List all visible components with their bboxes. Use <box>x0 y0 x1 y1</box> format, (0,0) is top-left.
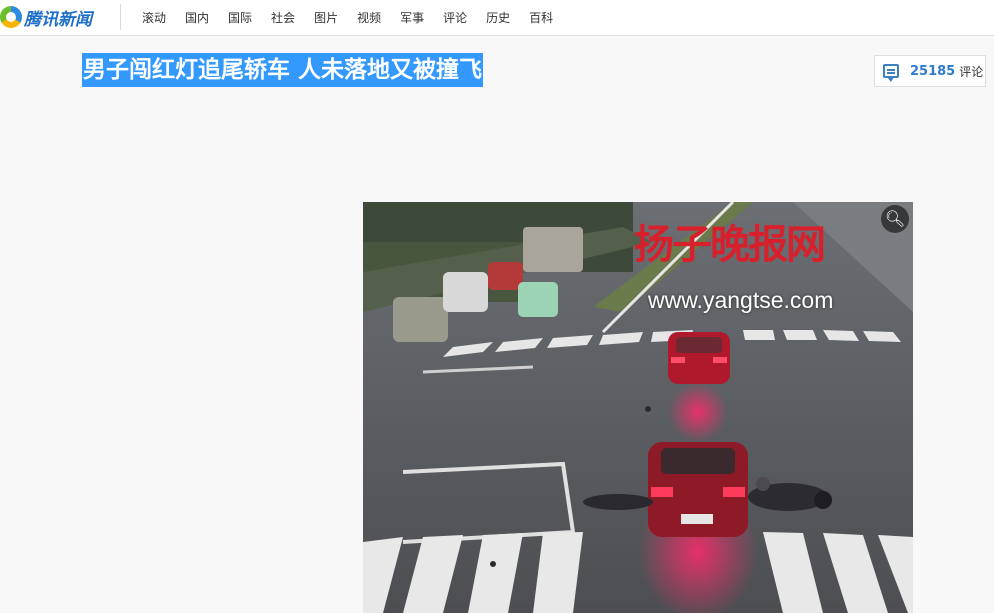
nav-item-commentary[interactable]: 评论 <box>443 9 467 26</box>
watermark-logo: 扬子晚报网 <box>634 221 826 268</box>
article-title: 男子闯红灯追尾轿车 人未落地又被撞飞 <box>82 53 484 87</box>
site-name: 腾讯新闻 <box>24 9 92 30</box>
comment-count: 25185 <box>910 63 956 79</box>
tencent-news-logo-icon <box>0 6 22 28</box>
nav-item-society[interactable]: 社会 <box>271 9 295 26</box>
nav-item-military[interactable]: 军事 <box>400 9 424 26</box>
comment-label: 评论 <box>959 64 984 79</box>
channel-nav: 滚动 国内 国际 社会 图片 视频 军事 评论 历史 百科 <box>142 0 572 34</box>
comment-bubble-icon <box>883 64 899 82</box>
nav-item-encyclopedia[interactable]: 百科 <box>529 9 553 26</box>
nav-item-history[interactable]: 历史 <box>486 9 510 26</box>
nav-item-pictures[interactable]: 图片 <box>314 9 338 26</box>
magnifier-icon: 🔍︎ <box>884 209 906 228</box>
nav-item-scroll[interactable]: 滚动 <box>142 9 166 26</box>
nav-item-video[interactable]: 视频 <box>357 9 381 26</box>
nav-divider <box>120 4 121 30</box>
watermark-url: www.yangtse.com <box>648 287 834 313</box>
site-logo[interactable]: 腾讯新闻 <box>0 3 92 31</box>
nav-item-international[interactable]: 国际 <box>228 9 252 26</box>
nav-item-domestic[interactable]: 国内 <box>185 9 209 26</box>
top-navigation-bar: 腾讯新闻 滚动 国内 国际 社会 图片 视频 军事 评论 历史 百科 <box>0 0 994 36</box>
zoom-button[interactable]: 🔍︎ <box>881 205 909 233</box>
comment-count-button[interactable]: 25185 评论 <box>874 55 986 87</box>
